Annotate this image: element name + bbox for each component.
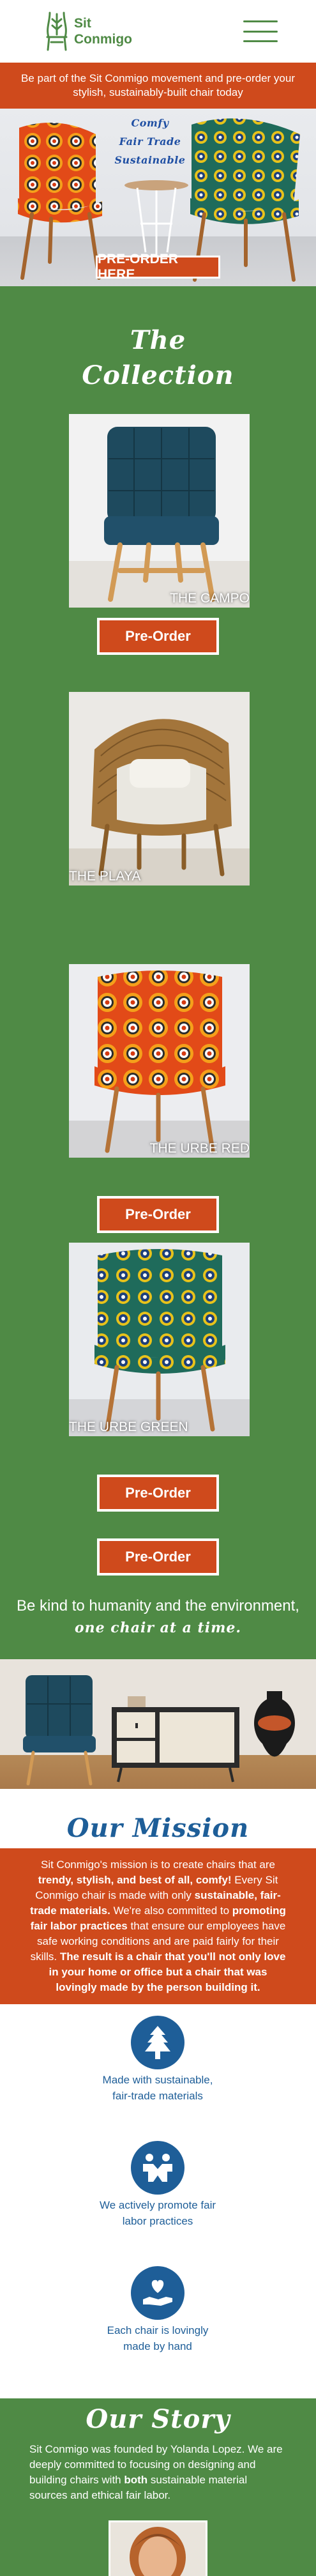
urbe-green-chair-illustration — [69, 1243, 250, 1436]
tree-icon — [131, 2016, 184, 2069]
site-header: Sit Conmigo — [0, 0, 316, 63]
story-text-bold: both — [124, 2474, 148, 2486]
hamburger-menu-icon[interactable] — [243, 20, 278, 42]
logo-line-1: Sit — [74, 16, 91, 31]
feature-fair-labor: We actively promote fair labor practices — [94, 2141, 222, 2229]
product-card-urbe-red: THE URBE RED — [69, 964, 250, 1158]
collection-title-line-2: Collection — [82, 360, 234, 390]
story-section: Our Story Sit Conmigo was founded by Yol… — [0, 2398, 316, 2576]
furniture-illustration — [23, 1675, 295, 1786]
product-card-campo: THE CAMPO — [69, 414, 250, 608]
product-card-urbe-green: THE URBE GREEN — [69, 1243, 250, 1436]
story-title: Our Story — [86, 2404, 230, 2434]
feature-label-fair-labor: We actively promote fair labor practices — [99, 2199, 216, 2227]
logo-text: Sit Conmigo — [74, 15, 132, 47]
pre-order-button-urbe-red[interactable]: Pre-Order — [97, 1475, 219, 1512]
playa-chair-illustration — [69, 692, 250, 885]
product-image-urbe-green[interactable]: THE URBE GREEN — [69, 1243, 250, 1436]
product-card-playa: THE PLAYA — [69, 692, 250, 885]
logo[interactable]: Sit Conmigo — [43, 9, 132, 54]
feature-label-sustainable: Made with sustainable, fair-trade materi… — [102, 2074, 213, 2102]
product-image-campo[interactable]: THE CAMPO — [69, 414, 250, 608]
collection-section: The Collection THE CAMPO Pre-Order THE P… — [0, 286, 316, 1659]
story-text: Sit Conmigo was founded by Yolanda Lopez… — [29, 2442, 287, 2503]
tagline-fair-trade: Fair Trade — [119, 135, 181, 148]
promo-banner: Be part of the Sit Conmigo movement and … — [0, 63, 316, 109]
kindness-tagline: Be kind to humanity and the environment,… — [0, 1596, 316, 1639]
mission-statement: Sit Conmigo's mission is to create chair… — [0, 1848, 316, 2004]
kindness-line-2: one chair at a time. — [74, 1620, 242, 1636]
campo-chair-illustration — [69, 414, 250, 608]
kindness-line-1: Be kind to humanity and the environment, — [17, 1597, 299, 1614]
product-image-urbe-red[interactable]: THE URBE RED — [69, 964, 250, 1158]
product-name-urbe-red: THE URBE RED — [149, 1141, 250, 1156]
tagline-sustainable: Sustainable — [114, 154, 186, 166]
tagline-comfy: Comfy — [131, 117, 169, 129]
product-name-campo: THE CAMPO — [170, 591, 250, 606]
mission-text-1: Sit Conmigo's mission is to create chair… — [40, 1859, 275, 1871]
mission-title: Our Mission — [66, 1813, 250, 1843]
urbe-red-chair-illustration — [69, 964, 250, 1158]
pre-order-here-button[interactable]: PRE-ORDER HERE — [96, 252, 220, 282]
furniture-banner-image — [0, 1659, 316, 1789]
logo-line-2: Conmigo — [74, 32, 132, 47]
product-name-playa: THE PLAYA — [69, 869, 141, 884]
feature-sustainable: Made with sustainable, fair-trade materi… — [94, 2016, 222, 2104]
pre-order-button-urbe-green[interactable]: Pre-Order — [97, 1538, 219, 1575]
features-list: Made with sustainable, fair-trade materi… — [0, 2004, 316, 2398]
collection-title: The Collection — [0, 323, 316, 393]
pre-order-button-campo[interactable]: Pre-Order — [97, 618, 219, 655]
product-name-urbe-green: THE URBE GREEN — [69, 1420, 188, 1434]
product-image-playa[interactable]: THE PLAYA — [69, 692, 250, 885]
feature-handmade: Each chair is lovingly made by hand — [94, 2266, 222, 2354]
feature-label-handmade: Each chair is lovingly made by hand — [107, 2324, 209, 2352]
collection-title-line-1: The — [130, 325, 186, 355]
handshake-icon — [131, 2141, 184, 2195]
mission-bold-1: trendy, stylish, and best of all, comfy! — [38, 1874, 232, 1886]
hero-tagline: Comfy Fair Trade Sustainable — [109, 114, 192, 169]
founder-photo — [109, 2520, 207, 2576]
mission-bold-4: The result is a chair that you'll not on… — [49, 1951, 286, 1993]
pre-order-button-playa[interactable]: Pre-Order — [97, 1196, 219, 1233]
heart-hand-icon — [131, 2266, 184, 2320]
chair-logo-icon — [46, 12, 68, 51]
mission-text-3: We're also committed to — [110, 1905, 232, 1917]
hero-image: Comfy Fair Trade Sustainable PRE-ORDER H… — [0, 109, 316, 286]
